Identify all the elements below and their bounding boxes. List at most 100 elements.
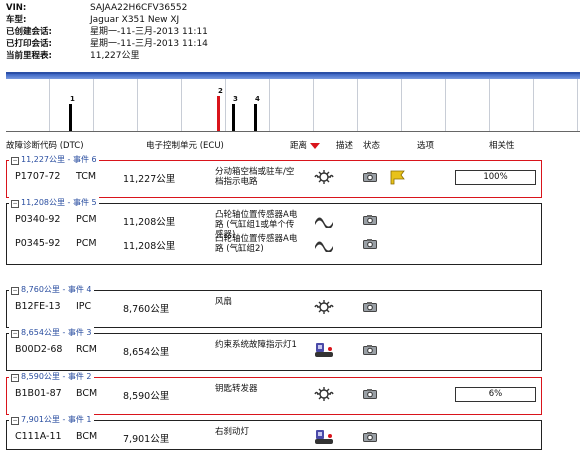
distance-value: 8,654公里 [123,347,170,358]
dtc-code: P0340-92 [15,214,61,225]
ecu-name: RCM [76,344,97,355]
collapse-icon[interactable]: − [11,374,19,382]
dtc-code: C111A-11 [15,431,62,442]
camera-icon[interactable] [363,432,377,442]
collapse-icon[interactable]: − [11,287,19,295]
wave-icon[interactable] [313,236,335,254]
column-description[interactable]: 描述 [336,139,353,151]
distance-value: 11,227公里 [123,174,176,185]
camera-icon[interactable] [363,302,377,312]
event-group-header[interactable]: −7,901公里 - 事件 1 [9,414,94,425]
column-distance[interactable]: 距离 [290,139,321,151]
collapse-icon[interactable]: − [11,200,19,208]
event-group-title: 7,901公里 - 事件 1 [21,415,92,424]
event-group-title: 8,654公里 - 事件 3 [21,328,92,337]
ecu-name: IPC [76,301,92,312]
column-dtc[interactable]: 故障诊断代码 (DTC) [6,139,84,151]
distance-value: 8,590公里 [123,391,170,402]
dtc-description: 约束系统故障指示灯1 [215,340,297,350]
printed-value: 星期一-11-三月-2013 11:14 [90,39,208,49]
wave-icon[interactable] [313,212,335,230]
dtc-code: B00D2-68 [15,344,63,355]
collapse-icon[interactable]: − [11,417,19,425]
camera-icon[interactable] [363,389,377,399]
dtc-row[interactable]: P0340-92 PCM 11,208公里 凸轮轴位置传感器A电路 (气缸组1或单个传… [7,210,541,240]
dtc-row[interactable]: P1707-72 TCM 11,227公里 分动箱空档或驻车/空档指示电路 100% [7,167,541,187]
sort-desc-icon [310,142,321,149]
vin-value: SAJAA22H6CFV36552 [90,3,188,13]
dtc-row[interactable]: P0345-92 PCM 11,208公里 凸轮轴位置传感器A电路 (气缸组2) [7,234,541,254]
gear-icon[interactable] [313,386,335,402]
event-group[interactable]: −8,760公里 - 事件 4 B12FE-13 IPC 8,760公里 风扇 [6,284,542,328]
dtc-code: P0345-92 [15,238,61,249]
distance-value: 7,901公里 [123,434,170,445]
vin-row: VIN: SAJAA22H6CFV36552 [6,2,306,14]
event-group[interactable]: −11,227公里 - 事件 6 P1707-72 TCM 11,227公里 分动箱空档… [6,154,542,198]
event-group-header[interactable]: −11,208公里 - 事件 5 [9,197,99,208]
camera-icon[interactable] [363,172,377,182]
event-group[interactable]: −11,208公里 - 事件 5 P0340-92 PCM 11,208公里 凸轮轴位置… [6,197,542,265]
dtc-description: 风扇 [215,297,233,307]
distance-value: 8,760公里 [123,304,170,315]
timeline-event-label: 4 [255,95,260,103]
column-ecu[interactable]: 电子控制单元 (ECU) [146,139,224,151]
timeline-event-marker[interactable] [232,104,235,131]
event-group[interactable]: −8,590公里 - 事件 2 B1B01-87 BCM 8,590公里 钥匙转发器 6% [6,371,542,415]
timeline-event-marker[interactable] [217,96,220,131]
mileage-value: 11,227公里 [90,51,140,61]
collapse-icon[interactable]: − [11,330,19,338]
event-group[interactable]: −7,901公里 - 事件 1 C111A-11 BCM 7,901公里 右刹动灯 [6,414,542,450]
seat-icon[interactable] [313,342,335,358]
flag-icon[interactable] [388,169,406,185]
timeline-ticks [6,79,580,131]
printed-label: 已打印会话: [6,39,52,49]
timeline-event-marker[interactable] [69,104,72,131]
vin-label: VIN: [6,3,27,13]
event-timeline[interactable]: 1 2 3 4 [6,72,580,132]
gear-icon[interactable] [313,169,335,185]
created-row: 已创建会话: 星期一-11-三月-2013 11:11 [6,26,306,38]
dtc-row[interactable]: B12FE-13 IPC 8,760公里 风扇 [7,297,541,317]
event-group-header[interactable]: −8,760公里 - 事件 4 [9,284,94,295]
created-value: 星期一-11-三月-2013 11:11 [90,27,208,37]
column-relevance[interactable]: 相关性 [489,139,515,151]
event-group-title: 11,208公里 - 事件 5 [21,198,97,207]
camera-icon[interactable] [363,239,377,249]
distance-value: 11,208公里 [123,241,176,252]
ecu-name: PCM [76,238,97,249]
timeline-event-label: 3 [233,95,238,103]
ecu-name: BCM [76,388,98,399]
dtc-row[interactable]: B1B01-87 BCM 8,590公里 钥匙转发器 6% [7,384,541,404]
model-label: 车型: [6,15,27,25]
column-options[interactable]: 选项 [417,139,434,151]
gear-icon[interactable] [313,299,335,315]
event-group-header[interactable]: −11,227公里 - 事件 6 [9,154,99,165]
dtc-row[interactable]: C111A-11 BCM 7,901公里 右刹动灯 [7,427,541,447]
event-group-title: 8,760公里 - 事件 4 [21,285,92,294]
collapse-icon[interactable]: − [11,157,19,165]
event-group[interactable]: −8,654公里 - 事件 3 B00D2-68 RCM 8,654公里 约束系统故障指… [6,327,542,371]
dtc-description: 分动箱空档或驻车/空档指示电路 [215,167,295,187]
printed-row: 已打印会话: 星期一-11-三月-2013 11:14 [6,38,306,50]
vehicle-info: VIN: SAJAA22H6CFV36552 车型: Jaguar X351 N… [6,2,306,62]
event-group-header[interactable]: −8,590公里 - 事件 2 [9,371,94,382]
dtc-row[interactable]: B00D2-68 RCM 8,654公里 约束系统故障指示灯1 [7,340,541,360]
ecu-name: BCM [76,431,98,442]
dtc-description: 右刹动灯 [215,427,250,437]
distance-value: 11,208公里 [123,217,176,228]
camera-icon[interactable] [363,215,377,225]
timeline-event-marker[interactable] [254,104,257,131]
event-group-title: 11,227公里 - 事件 6 [21,155,97,164]
mileage-label: 当前里程表: [6,51,52,61]
dtc-description: 凸轮轴位置传感器A电路 (气缸组2) [215,234,298,254]
column-status[interactable]: 状态 [363,139,380,151]
dtc-code: B12FE-13 [15,301,61,312]
seat-icon[interactable] [313,429,335,445]
relevance-box: 6% [455,387,536,402]
column-header: 故障诊断代码 (DTC) 电子控制单元 (ECU) 距离 描述 状态 选项 相关… [6,139,580,151]
timeline-event-label: 1 [70,95,75,103]
created-label: 已创建会话: [6,27,52,37]
dtc-code: P1707-72 [15,171,61,182]
event-group-header[interactable]: −8,654公里 - 事件 3 [9,327,94,338]
camera-icon[interactable] [363,345,377,355]
